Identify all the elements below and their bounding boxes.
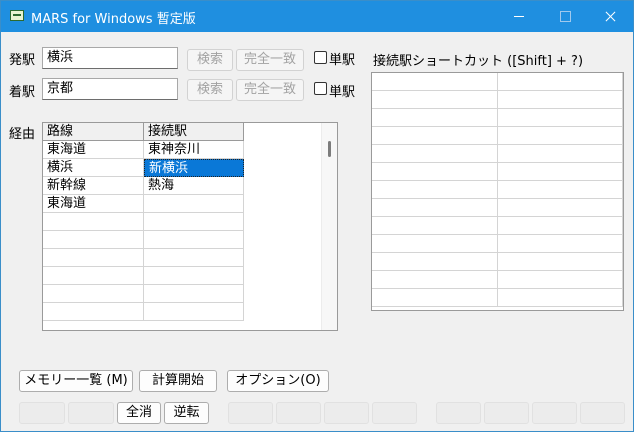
shortcut-cell[interactable] bbox=[498, 217, 623, 235]
shortcut-cell[interactable] bbox=[372, 109, 498, 127]
blank-button bbox=[324, 402, 369, 424]
shortcut-grid[interactable] bbox=[371, 72, 624, 311]
route-line-cell[interactable] bbox=[43, 213, 144, 231]
shortcut-cell[interactable] bbox=[372, 145, 498, 163]
app-window: MARS for Windows 暫定版 発駅 横浜 検索 完全一致 単駅 着駅… bbox=[0, 0, 634, 432]
route-station-cell[interactable] bbox=[144, 213, 244, 231]
calc-start-button[interactable]: 計算開始 bbox=[139, 370, 217, 392]
blank-button bbox=[372, 402, 417, 424]
shortcut-cell[interactable] bbox=[372, 253, 498, 271]
arrival-single-station-checkbox[interactable] bbox=[314, 82, 327, 95]
departure-station-input[interactable]: 横浜 bbox=[42, 47, 178, 69]
clear-all-button[interactable]: 全消 bbox=[117, 402, 161, 424]
maximize-icon bbox=[541, 1, 587, 32]
blank-button bbox=[436, 402, 481, 424]
departure-single-station-label: 単駅 bbox=[329, 53, 356, 68]
shortcut-cell[interactable] bbox=[372, 217, 498, 235]
reverse-button[interactable]: 逆転 bbox=[164, 402, 209, 424]
shortcut-cell[interactable] bbox=[498, 145, 623, 163]
blank-button bbox=[19, 402, 65, 424]
route-column-header[interactable]: 路線 bbox=[43, 123, 144, 141]
route-station-cell[interactable]: 新横浜 bbox=[144, 159, 244, 177]
scrollbar-thumb[interactable] bbox=[328, 141, 331, 157]
shortcut-cell[interactable] bbox=[498, 163, 623, 181]
blank-button bbox=[484, 402, 529, 424]
shortcut-cell[interactable] bbox=[498, 271, 623, 289]
route-station-cell[interactable] bbox=[144, 303, 244, 321]
departure-label: 発駅 bbox=[9, 53, 36, 68]
arrival-single-station-label: 単駅 bbox=[329, 85, 356, 100]
shortcut-cell[interactable] bbox=[372, 127, 498, 145]
title-bar[interactable]: MARS for Windows 暫定版 bbox=[1, 1, 633, 32]
shortcut-cell[interactable] bbox=[498, 109, 623, 127]
shortcut-cell[interactable] bbox=[372, 73, 498, 91]
arrival-search-button[interactable]: 検索 bbox=[187, 79, 233, 101]
shortcut-cell[interactable] bbox=[498, 91, 623, 109]
route-station-cell[interactable] bbox=[144, 285, 244, 303]
departure-search-button[interactable]: 検索 bbox=[187, 49, 233, 71]
route-line-cell[interactable]: 東海道 bbox=[43, 195, 144, 213]
route-line-cell[interactable] bbox=[43, 267, 144, 285]
route-station-cell[interactable] bbox=[144, 267, 244, 285]
shortcut-cell[interactable] bbox=[372, 199, 498, 217]
route-line-cell[interactable] bbox=[43, 303, 144, 321]
route-station-cell[interactable] bbox=[144, 195, 244, 213]
blank-button bbox=[68, 402, 114, 424]
route-station-cell[interactable] bbox=[144, 231, 244, 249]
shortcut-cell[interactable] bbox=[498, 199, 623, 217]
arrival-exact-match-button[interactable]: 完全一致 bbox=[236, 79, 304, 101]
memory-list-button[interactable]: メモリー一覧 (M) bbox=[19, 370, 133, 392]
app-icon bbox=[10, 10, 24, 21]
minimize-icon[interactable] bbox=[495, 1, 541, 32]
close-icon[interactable] bbox=[587, 1, 633, 32]
connection-column-header[interactable]: 接続駅 bbox=[144, 123, 244, 141]
shortcut-cell[interactable] bbox=[372, 271, 498, 289]
route-line-cell[interactable] bbox=[43, 231, 144, 249]
departure-exact-match-button[interactable]: 完全一致 bbox=[236, 49, 304, 71]
arrival-station-input[interactable]: 京都 bbox=[42, 78, 178, 100]
shortcut-cell[interactable] bbox=[498, 127, 623, 145]
shortcut-cell[interactable] bbox=[372, 181, 498, 199]
shortcut-cell[interactable] bbox=[372, 91, 498, 109]
route-line-cell[interactable]: 横浜 bbox=[43, 159, 144, 177]
window-title: MARS for Windows 暫定版 bbox=[31, 12, 196, 27]
route-line-cell[interactable] bbox=[43, 249, 144, 267]
route-grid[interactable]: 路線 接続駅 東海道 東神奈川 横浜 新横浜 新幹線 熱海 東海道 bbox=[42, 122, 338, 331]
blank-button bbox=[532, 402, 577, 424]
route-station-cell[interactable]: 東神奈川 bbox=[144, 141, 244, 159]
departure-single-station-checkbox[interactable] bbox=[314, 51, 327, 64]
shortcut-cell[interactable] bbox=[498, 289, 623, 307]
shortcut-cell[interactable] bbox=[372, 235, 498, 253]
blank-button bbox=[228, 402, 273, 424]
route-line-cell[interactable]: 東海道 bbox=[43, 141, 144, 159]
shortcut-cell[interactable] bbox=[498, 253, 623, 271]
route-station-cell[interactable] bbox=[144, 249, 244, 267]
route-line-cell[interactable]: 新幹線 bbox=[43, 177, 144, 195]
blank-button bbox=[580, 402, 625, 424]
route-line-cell[interactable] bbox=[43, 285, 144, 303]
shortcut-cell[interactable] bbox=[498, 235, 623, 253]
shortcut-cell[interactable] bbox=[498, 73, 623, 91]
shortcut-label: 接続駅ショートカット ([Shift] + ?) bbox=[373, 54, 584, 69]
route-label: 経由 bbox=[9, 127, 36, 142]
shortcut-cell[interactable] bbox=[372, 163, 498, 181]
route-station-cell[interactable]: 熱海 bbox=[144, 177, 244, 195]
shortcut-cell[interactable] bbox=[498, 181, 623, 199]
shortcut-cell[interactable] bbox=[372, 289, 498, 307]
arrival-label: 着駅 bbox=[9, 85, 36, 100]
blank-button bbox=[276, 402, 321, 424]
options-button[interactable]: オプション(O) bbox=[227, 370, 329, 392]
route-grid-scrollbar[interactable] bbox=[321, 123, 337, 330]
